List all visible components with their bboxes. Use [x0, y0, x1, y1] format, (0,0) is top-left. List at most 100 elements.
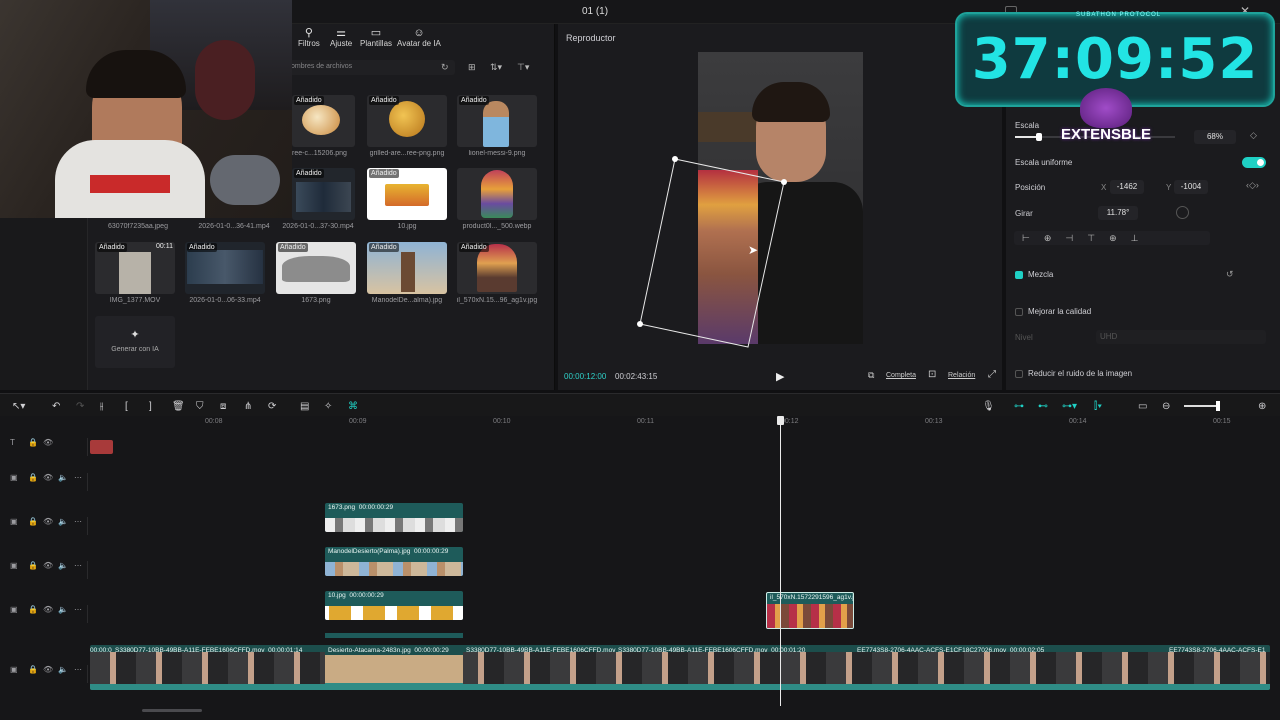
magic-icon[interactable]: ✧	[324, 401, 332, 412]
toolbar-templates[interactable]: ▭ Plantillas	[360, 27, 392, 48]
playhead-handle[interactable]	[777, 416, 784, 425]
media-item[interactable]: Añadido	[367, 168, 447, 220]
reset-icon[interactable]: ↺	[1226, 269, 1234, 280]
undo-icon[interactable]: ↶	[52, 401, 60, 412]
magnet-icon[interactable]: ⊶▾	[1062, 401, 1077, 412]
lock-icon[interactable]: 🔒	[28, 438, 38, 447]
redo-icon[interactable]: ↷	[76, 401, 84, 412]
select-tool-icon[interactable]: ↖▾	[12, 401, 25, 412]
uniform-scale-toggle[interactable]	[1242, 157, 1266, 168]
crop-tool-icon[interactable]: ⧈	[220, 401, 226, 412]
noise-checkbox[interactable]	[1015, 370, 1023, 378]
screenshot-icon[interactable]: ⊡	[928, 369, 936, 380]
shield-icon[interactable]: ⛉	[196, 401, 204, 412]
media-item[interactable]	[457, 168, 537, 220]
main-clip[interactable]: S3380D77-10BB-49BB-A11E-FEBE1606CFFD.mov…	[618, 647, 805, 654]
transform-handle[interactable]	[637, 321, 643, 327]
audio-icon[interactable]: 🔈	[58, 561, 68, 570]
media-item[interactable]: Añadido	[457, 242, 537, 294]
media-item[interactable]: Añadido	[367, 242, 447, 294]
align-bottom-icon[interactable]: ⊥	[1131, 233, 1153, 243]
media-search-input[interactable]: ombres de archivos ↻	[285, 60, 455, 75]
more-icon[interactable]: ⋯	[74, 517, 82, 526]
audio-icon[interactable]: 🔈	[58, 473, 68, 482]
position-y-input[interactable]: -1004	[1174, 180, 1208, 194]
crop-icon[interactable]: ⧉	[868, 370, 874, 381]
eye-icon[interactable]: 👁	[43, 438, 53, 447]
scale-value-input[interactable]: 68%	[1194, 130, 1236, 144]
align-middle-icon[interactable]: ⊕	[1109, 233, 1131, 243]
caption-icon[interactable]: ▤	[300, 401, 309, 412]
text-clip[interactable]	[90, 440, 113, 454]
eye-icon[interactable]: 👁	[43, 605, 53, 614]
more-icon[interactable]: ⋯	[74, 605, 82, 614]
align-left-icon[interactable]: ⊢	[1022, 233, 1044, 243]
rotate-input[interactable]: 11.78°	[1098, 206, 1138, 220]
split-icon[interactable]: ⫲	[100, 401, 103, 412]
zoom-in-icon[interactable]: ⊕	[1258, 401, 1266, 412]
eye-icon[interactable]: 👁	[43, 473, 53, 482]
zoom-slider[interactable]	[1184, 401, 1220, 411]
fullscreen-icon[interactable]: ⤢	[988, 369, 996, 380]
more-icon[interactable]: ⋯	[74, 473, 82, 482]
align-right-icon[interactable]: ⊣	[1065, 233, 1087, 243]
mirror-icon[interactable]: ⋔	[244, 401, 252, 412]
full-quality-button[interactable]: Completa	[886, 372, 916, 379]
keyframe-icon[interactable]: ‹◇›	[1246, 180, 1259, 191]
delete-icon[interactable]: 🗑	[172, 401, 185, 412]
timeline-clip[interactable]: ManodelDesierto(Palma).jpg 00:00:00:29	[325, 547, 463, 576]
more-icon[interactable]: ⋯	[74, 665, 82, 674]
play-icon[interactable]: ▶	[776, 370, 784, 383]
align-center-icon[interactable]: ⊕	[1044, 233, 1066, 243]
position-x-input[interactable]: -1462	[1110, 180, 1144, 194]
lock-icon[interactable]: 🔒	[28, 473, 38, 482]
eye-icon[interactable]: 👁	[43, 517, 53, 526]
ratio-button[interactable]: Relación	[948, 372, 975, 379]
toolbar-adjust[interactable]: ⚌ Ajuste	[330, 27, 352, 48]
link-track-icon[interactable]: ⊶	[1014, 401, 1024, 412]
sort-icon[interactable]: ⇅▾	[490, 62, 502, 73]
snap-icon[interactable]: ⊷	[1038, 401, 1048, 412]
level-select[interactable]: UHD	[1096, 330, 1266, 344]
rotate-tool-icon[interactable]: ⟳	[268, 401, 276, 412]
align-top-icon[interactable]: ⊤	[1087, 233, 1109, 243]
main-clip[interactable]: S3380D77-10BB-49BB-A11E-FEBE1606CFFD.mov…	[115, 647, 302, 654]
rotate-dial-icon[interactable]	[1176, 206, 1189, 219]
keyframe-icon[interactable]: ◇	[1250, 130, 1257, 141]
blend-checkbox[interactable]	[1015, 271, 1023, 279]
audio-icon[interactable]: 🔈	[58, 665, 68, 674]
main-clip[interactable]: S3380D77-10BB-49BB-A11E-FEBE1606CFFD.mov	[466, 647, 615, 654]
lock-icon[interactable]: 🔒	[28, 665, 38, 674]
more-icon[interactable]: ⋯	[74, 561, 82, 570]
timeline-clip-partial[interactable]	[325, 633, 463, 638]
timeline-clip[interactable]: 10.jpg 00:00:00:29	[325, 591, 463, 620]
filter-list-icon[interactable]: ⊤▾	[517, 62, 529, 73]
media-item[interactable]: Añadido 00:11	[95, 242, 175, 294]
generate-with-ai-button[interactable]: ✦ Generar con IA	[95, 316, 175, 368]
zoom-out-icon[interactable]: ⊖	[1162, 401, 1170, 412]
preview-axis-icon[interactable]: ⫿▾	[1094, 401, 1102, 412]
transform-bounding-box[interactable]	[600, 140, 860, 360]
main-clip[interactable]: EE7743S8-2706-4AAC-ACFS-E1	[1169, 647, 1270, 654]
subtitle-icon[interactable]: ▭	[1138, 401, 1147, 412]
toolbar-filters[interactable]: ⚲ Filtros	[298, 27, 320, 48]
audio-icon[interactable]: 🔈	[58, 605, 68, 614]
audio-icon[interactable]: 🔈	[58, 517, 68, 526]
enhance-checkbox[interactable]	[1015, 308, 1023, 316]
transform-handle[interactable]	[672, 156, 678, 162]
lock-icon[interactable]: 🔒	[28, 517, 38, 526]
split-right-icon[interactable]: ]	[149, 401, 152, 412]
timeline-scrollbar[interactable]	[142, 709, 202, 712]
main-clip[interactable]: Desierto-Atacama-2483n.jpg 00:00:00:29	[325, 645, 463, 690]
main-clip[interactable]: EE7743S8-2706-4AAC-ACFS-E1CF18C27026.mov…	[857, 647, 1044, 654]
ai-tool-icon[interactable]: ⌘	[348, 401, 358, 412]
playhead[interactable]	[780, 416, 781, 706]
media-item[interactable]: Añadido	[276, 242, 356, 294]
microphone-icon[interactable]: 🎙	[982, 401, 995, 412]
media-item[interactable]: Añadido	[292, 168, 355, 220]
toolbar-ai-avatar[interactable]: ☺ Avatar de IA	[397, 27, 441, 48]
media-item[interactable]: Añadido	[185, 242, 265, 294]
eye-icon[interactable]: 👁	[43, 665, 53, 674]
lock-icon[interactable]: 🔒	[28, 605, 38, 614]
eye-icon[interactable]: 👁	[43, 561, 53, 570]
